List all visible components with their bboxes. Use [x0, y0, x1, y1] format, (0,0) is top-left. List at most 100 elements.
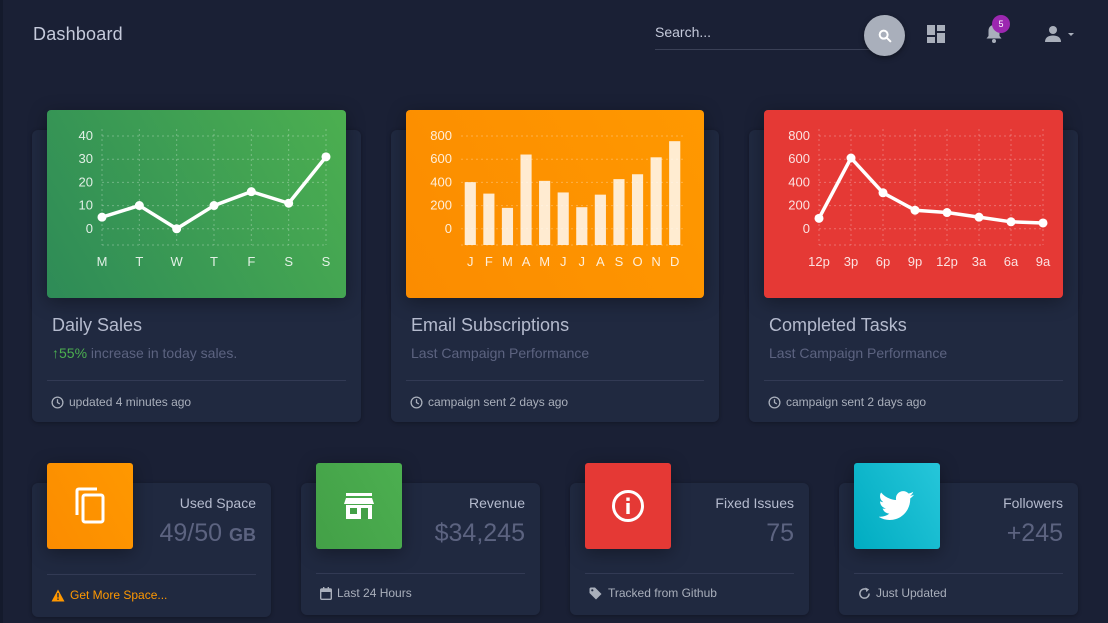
- footer-text: Last 24 Hours: [337, 586, 412, 600]
- data-point[interactable]: [1038, 218, 1048, 228]
- bar[interactable]: [576, 207, 588, 245]
- divider: [316, 573, 525, 574]
- get-more-space-link[interactable]: Get More Space...: [70, 588, 167, 602]
- data-point[interactable]: [209, 201, 219, 211]
- y-tick-label: 400: [788, 174, 810, 189]
- y-tick-label: 800: [430, 128, 452, 143]
- x-tick-label: M: [539, 254, 550, 269]
- x-tick-label: F: [485, 254, 493, 269]
- bar[interactable]: [613, 179, 625, 245]
- data-point[interactable]: [846, 153, 856, 163]
- data-point[interactable]: [321, 152, 331, 162]
- user-menu[interactable]: [1042, 24, 1078, 44]
- warning-icon: [51, 589, 65, 601]
- stat-number: 49/50: [159, 519, 223, 547]
- y-tick-label: 40: [79, 128, 93, 143]
- bar[interactable]: [520, 154, 532, 245]
- fixed-issues-card: Fixed Issues 75 Tracked from Github: [570, 463, 809, 615]
- stat-footer: Last 24 Hours: [320, 586, 412, 600]
- stat-icon-box: [316, 463, 402, 549]
- daily-sales-line-chart: 40 30 20 10 0 M T W T F S S: [79, 128, 331, 269]
- stat-value: 75: [766, 519, 794, 547]
- daily-sales-chart: 40 30 20 10 0 M T W T F S S: [47, 110, 346, 298]
- bar[interactable]: [539, 180, 551, 245]
- stat-value: +245: [1006, 519, 1063, 547]
- x-tick-label: S: [615, 254, 624, 269]
- data-point[interactable]: [910, 205, 920, 215]
- card-footer: campaign sent 2 days ago: [768, 395, 926, 409]
- card-title: Daily Sales: [52, 315, 143, 335]
- x-tick-label: J: [579, 254, 586, 269]
- footer-text: Tracked from Github: [608, 586, 717, 600]
- card-subtitle: ↑55% increase in today sales.: [52, 345, 237, 361]
- data-point[interactable]: [172, 224, 182, 234]
- y-tick-label: 0: [803, 221, 810, 236]
- x-tick-label: D: [670, 254, 679, 269]
- stat-label: Followers: [1003, 495, 1063, 511]
- sidebar-edge: [0, 0, 3, 623]
- data-point[interactable]: [97, 212, 107, 222]
- used-space-card: Used Space 49/50 GB Get More Space...: [32, 463, 271, 617]
- increase-text: increase in today sales.: [87, 345, 238, 361]
- bar[interactable]: [483, 193, 495, 245]
- data-point[interactable]: [942, 208, 952, 218]
- stat-footer-link[interactable]: Get More Space...: [51, 588, 167, 602]
- x-tick-label: A: [596, 254, 605, 269]
- data-point[interactable]: [246, 187, 256, 197]
- card-footer: updated 4 minutes ago: [51, 395, 191, 409]
- y-tick-label: 800: [788, 128, 810, 143]
- x-tick-label: T: [135, 254, 143, 269]
- stat-icon-box: [854, 463, 940, 549]
- bar[interactable]: [594, 194, 606, 245]
- x-tick-label: 6p: [876, 254, 890, 269]
- search-input[interactable]: [655, 17, 855, 47]
- copy-icon: [75, 487, 105, 524]
- data-point[interactable]: [1006, 217, 1016, 227]
- search-icon: [878, 29, 891, 42]
- divider: [854, 573, 1063, 574]
- x-tick-label: J: [467, 254, 474, 269]
- dashboard-icon[interactable]: [927, 25, 945, 43]
- y-tick-label: 0: [445, 221, 452, 236]
- email-subscriptions-chart: 800 600 400 200 0 J F M A M J J A S O N D: [406, 110, 704, 298]
- x-tick-label: 9p: [908, 254, 922, 269]
- bar[interactable]: [650, 157, 662, 245]
- bar[interactable]: [631, 174, 644, 245]
- x-tick-label: M: [502, 254, 513, 269]
- x-tick-label: 12p: [808, 254, 830, 269]
- divider: [764, 380, 1063, 381]
- x-tick-label: 12p: [936, 254, 958, 269]
- bar[interactable]: [464, 182, 476, 245]
- search-field: [655, 16, 875, 50]
- data-point[interactable]: [814, 213, 824, 223]
- data-point[interactable]: [878, 188, 888, 198]
- data-point[interactable]: [134, 201, 144, 211]
- revenue-card: Revenue $34,245 Last 24 Hours: [301, 463, 540, 615]
- footer-text: Just Updated: [876, 586, 947, 600]
- footer-text: updated 4 minutes ago: [69, 395, 192, 409]
- x-tick-label: 3a: [972, 254, 987, 269]
- top-navbar: Dashboard 5: [0, 0, 1108, 70]
- bar[interactable]: [557, 192, 569, 245]
- bar[interactable]: [669, 141, 681, 245]
- arrow-up-icon: ↑: [52, 345, 59, 361]
- y-tick-label: 200: [788, 198, 810, 213]
- stat-value: 49/50 GB: [159, 519, 256, 548]
- series-line: [101, 155, 328, 231]
- card-title: Completed Tasks: [769, 315, 907, 335]
- series-line: [817, 156, 1044, 225]
- search-button[interactable]: [864, 15, 905, 56]
- stat-icon-box: [585, 463, 671, 549]
- x-tick-label: S: [322, 254, 331, 269]
- stat-label: Revenue: [468, 495, 525, 511]
- stat-footer: Tracked from Github: [589, 586, 717, 600]
- tag-icon: [589, 587, 602, 599]
- card-subtitle: Last Campaign Performance: [411, 345, 590, 361]
- x-tick-label: 3p: [844, 254, 858, 269]
- bar[interactable]: [501, 207, 514, 245]
- data-point[interactable]: [284, 198, 294, 208]
- card-footer: campaign sent 2 days ago: [410, 395, 568, 409]
- data-point[interactable]: [974, 212, 984, 222]
- clock-icon: [51, 395, 64, 409]
- page-title[interactable]: Dashboard: [33, 24, 123, 45]
